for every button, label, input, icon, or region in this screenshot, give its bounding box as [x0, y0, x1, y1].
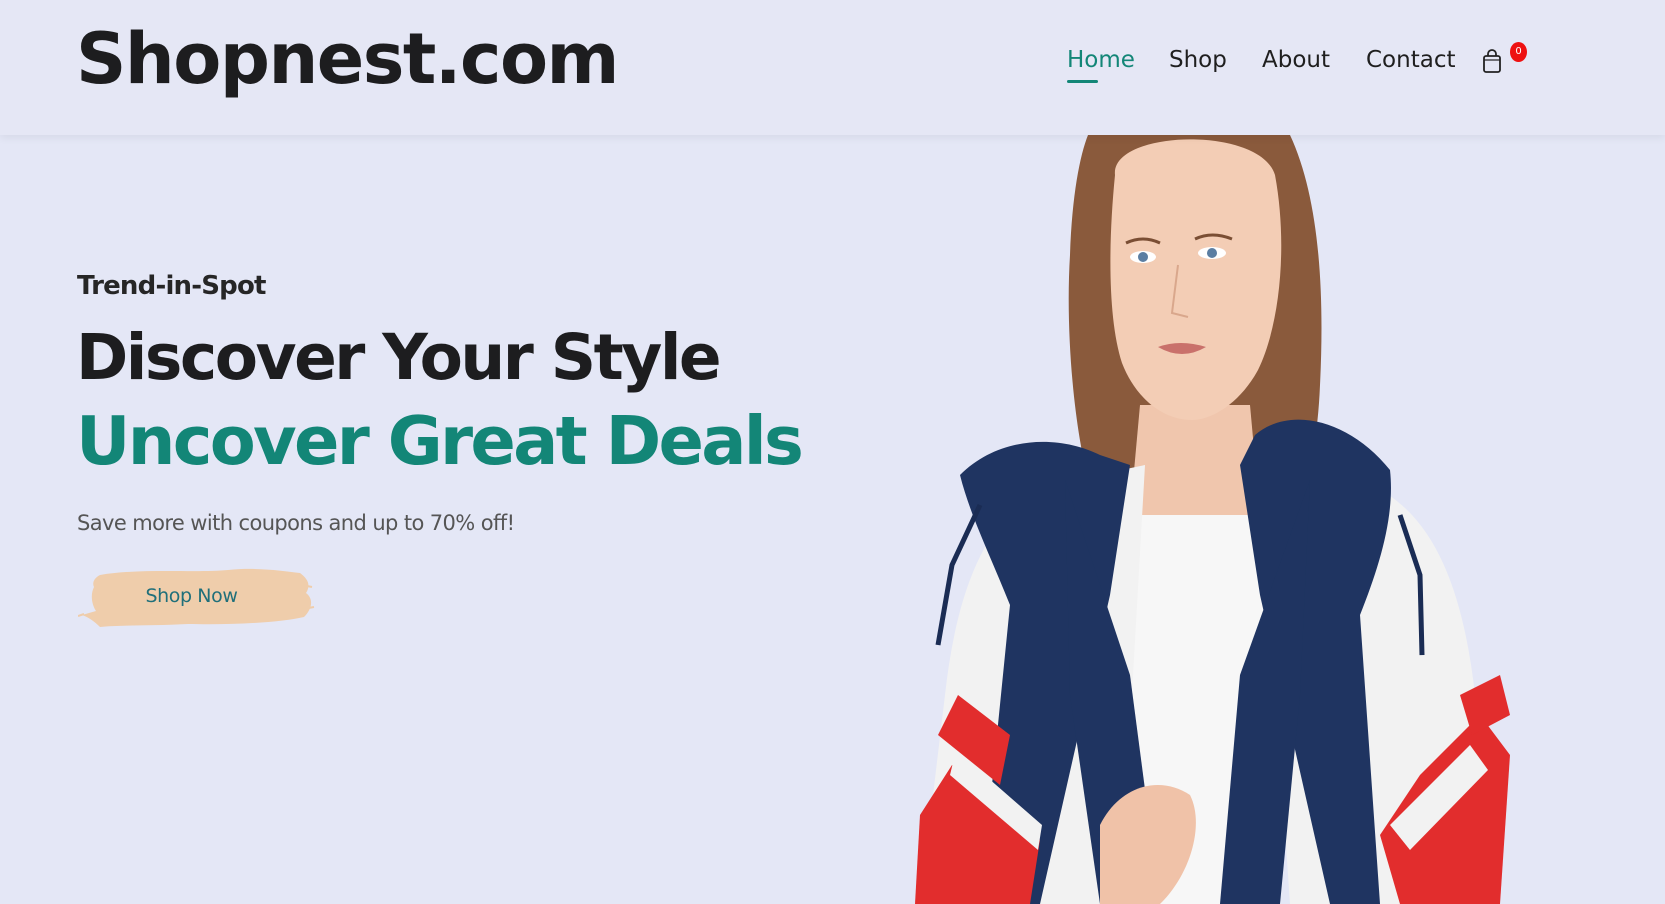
shop-now-label: Shop Now — [145, 585, 238, 607]
shop-now-button[interactable]: Shop Now — [78, 565, 318, 630]
nav-item-contact[interactable]: Contact — [1366, 42, 1455, 78]
nav-item-home[interactable]: Home — [1067, 42, 1135, 83]
nav-item-about[interactable]: About — [1262, 42, 1330, 78]
hero-title: Discover Your Style — [76, 321, 722, 394]
hero-subtitle: Uncover Great Deals — [76, 402, 804, 480]
page: Shopnest.com Home Shop About Contact 0 T… — [0, 0, 1665, 904]
site-header: Shopnest.com Home Shop About Contact 0 — [0, 0, 1665, 135]
nav-item-shop[interactable]: Shop — [1169, 42, 1227, 78]
shopping-bag-icon — [1483, 49, 1501, 73]
cart-count-badge: 0 — [1510, 42, 1527, 62]
hero-eyebrow: Trend-in-Spot — [77, 271, 267, 301]
hero-description: Save more with coupons and up to 70% off… — [77, 511, 515, 535]
main-nav: Home Shop About Contact — [0, 42, 1665, 83]
cart-button[interactable]: 0 — [1482, 42, 1530, 84]
hero-model-image — [915, 135, 1510, 904]
